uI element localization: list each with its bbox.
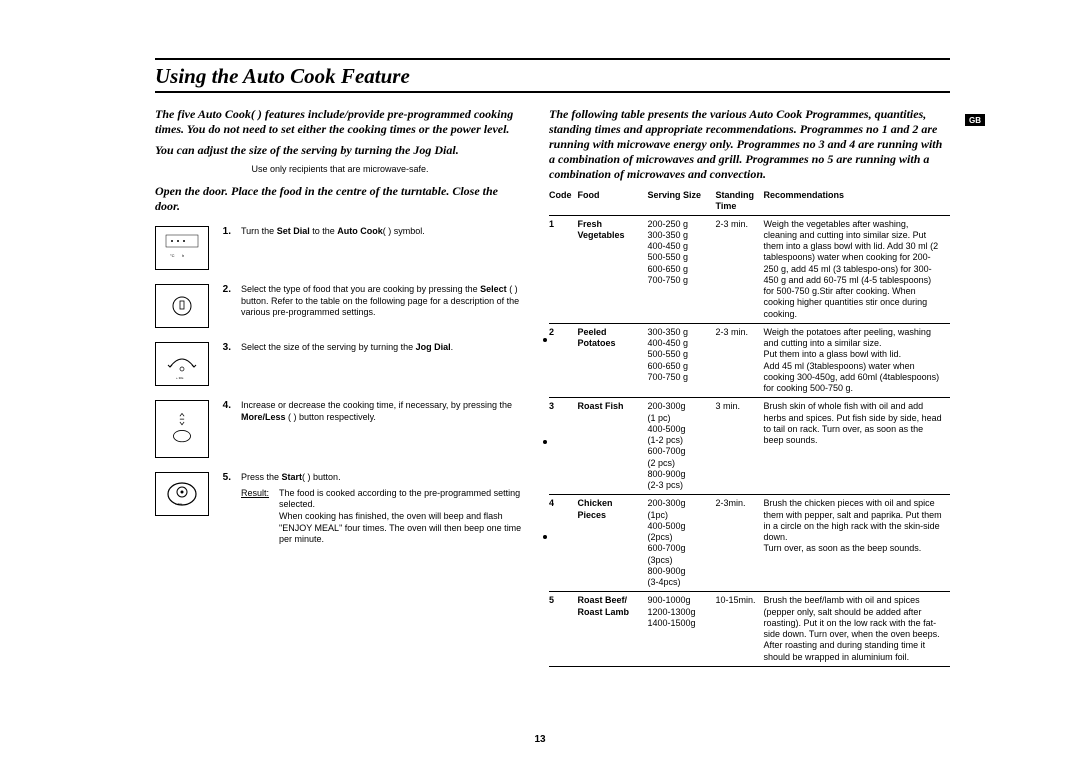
table-row: 1Fresh Vegetables200-250 g 300-350 g 400… — [549, 215, 950, 323]
cell-code: 3 — [549, 398, 578, 495]
binding-dot-icon — [543, 535, 547, 539]
result-text: The food is cooked according to the pre-… — [279, 488, 525, 546]
cell-code: 4 — [549, 495, 578, 592]
start-button-icon: + 30s — [155, 472, 209, 516]
cell-food: Roast Fish — [578, 398, 648, 495]
svg-text:h: h — [182, 253, 184, 258]
cell-size: 200-300g (1pc) 400-500g (2pcs) 600-700g … — [648, 495, 716, 592]
cell-code: 5 — [549, 592, 578, 667]
cell-time: 2-3 min. — [716, 323, 764, 398]
table-row: 2Peeled Potatoes300-350 g 400-450 g 500-… — [549, 323, 950, 398]
th-food: Food — [578, 188, 648, 215]
jog-dial-icon: + 30s — [155, 342, 209, 386]
cell-size: 900-1000g 1200-1300g 1400-1500g — [648, 592, 716, 667]
page-title: Using the Auto Cook Feature — [155, 64, 950, 93]
svg-text:°C: °C — [170, 253, 175, 258]
step-text: Press the Start( ) button. Result: The f… — [241, 472, 525, 546]
dial-illustration-icon: °C h — [155, 226, 209, 270]
cell-food: Chicken Pieces — [578, 495, 648, 592]
right-column: The following table presents the various… — [549, 107, 950, 667]
result-row: Result: The food is cooked according to … — [241, 488, 525, 546]
table-row: 3Roast Fish200-300g (1 pc) 400-500g (1-2… — [549, 398, 950, 495]
select-button-icon — [155, 284, 209, 328]
cell-rec: Weigh the vegetables after washing, clea… — [764, 215, 951, 323]
left-column: The five Auto Cook( ) features include/p… — [155, 107, 525, 667]
table-row: 4Chicken Pieces200-300g (1pc) 400-500g (… — [549, 495, 950, 592]
cell-rec: Brush skin of whole fish with oil and ad… — [764, 398, 951, 495]
intro-text-2: You can adjust the size of the serving b… — [155, 143, 525, 158]
language-badge: GB — [965, 114, 985, 126]
two-column-layout: The five Auto Cook( ) features include/p… — [155, 107, 950, 667]
cell-rec: Weigh the potatoes after peeling, washin… — [764, 323, 951, 398]
th-size: Serving Size — [648, 188, 716, 215]
more-less-icon — [155, 400, 209, 458]
cell-size: 200-250 g 300-350 g 400-450 g 500-550 g … — [648, 215, 716, 323]
step-3: + 30s 3. Select the size of the serving … — [155, 342, 525, 386]
steps-list: °C h 1. Turn the Set Dial to the Auto Coo… — [155, 226, 525, 546]
step-number: 5. — [219, 472, 231, 483]
intro-text-1: The five Auto Cook( ) features include/p… — [155, 107, 525, 137]
cell-food: Peeled Potatoes — [578, 323, 648, 398]
manual-page: Using the Auto Cook Feature GB The five … — [0, 0, 1080, 763]
step-text: Select the size of the serving by turnin… — [241, 342, 453, 354]
cell-rec: Brush the beef/lamb with oil and spices … — [764, 592, 951, 667]
th-rec: Recommendations — [764, 188, 951, 215]
step-number: 2. — [219, 284, 231, 295]
result-label: Result: — [241, 488, 269, 546]
cell-time: 10-15min. — [716, 592, 764, 667]
cell-time: 2-3min. — [716, 495, 764, 592]
binding-dot-icon — [543, 440, 547, 444]
binding-dot-icon — [543, 338, 547, 342]
top-rule — [155, 58, 950, 60]
cell-time: 2-3 min. — [716, 215, 764, 323]
cell-size: 300-350 g 400-450 g 500-550 g 600-650 g … — [648, 323, 716, 398]
cell-code: 2 — [549, 323, 578, 398]
step-number: 1. — [219, 226, 231, 237]
step-1: °C h 1. Turn the Set Dial to the Auto Coo… — [155, 226, 525, 270]
th-time: Standing Time — [716, 188, 764, 215]
table-intro: The following table presents the various… — [549, 107, 950, 182]
step-number: 3. — [219, 342, 231, 353]
step-4: 4. Increase or decrease the cooking time… — [155, 400, 525, 458]
step-text: Turn the Set Dial to the Auto Cook( ) sy… — [241, 226, 425, 238]
cell-time: 3 min. — [716, 398, 764, 495]
cell-food: Fresh Vegetables — [578, 215, 648, 323]
cell-food: Roast Beef/ Roast Lamb — [578, 592, 648, 667]
step-2: 2. Select the type of food that you are … — [155, 284, 525, 328]
step-text: Increase or decrease the cooking time, i… — [241, 400, 525, 423]
cell-size: 200-300g (1 pc) 400-500g (1-2 pcs) 600-7… — [648, 398, 716, 495]
intro-text-3: Open the door. Place the food in the cen… — [155, 184, 525, 214]
svg-text:+ 30s: + 30s — [176, 376, 184, 380]
step-number: 4. — [219, 400, 231, 411]
step-text: Select the type of food that you are coo… — [241, 284, 525, 319]
auto-cook-table: Code Food Serving Size Standing Time Rec… — [549, 188, 950, 667]
cell-rec: Brush the chicken pieces with oil and sp… — [764, 495, 951, 592]
table-row: 5Roast Beef/ Roast Lamb900-1000g 1200-13… — [549, 592, 950, 667]
cell-code: 1 — [549, 215, 578, 323]
step-5: + 30s 5. Press the Start( ) button. Resu… — [155, 472, 525, 546]
th-code: Code — [549, 188, 578, 215]
page-number: 13 — [0, 734, 1080, 745]
safety-note: Use only recipients that are microwave-s… — [155, 164, 525, 174]
svg-text:+ 30s: + 30s — [175, 502, 183, 506]
